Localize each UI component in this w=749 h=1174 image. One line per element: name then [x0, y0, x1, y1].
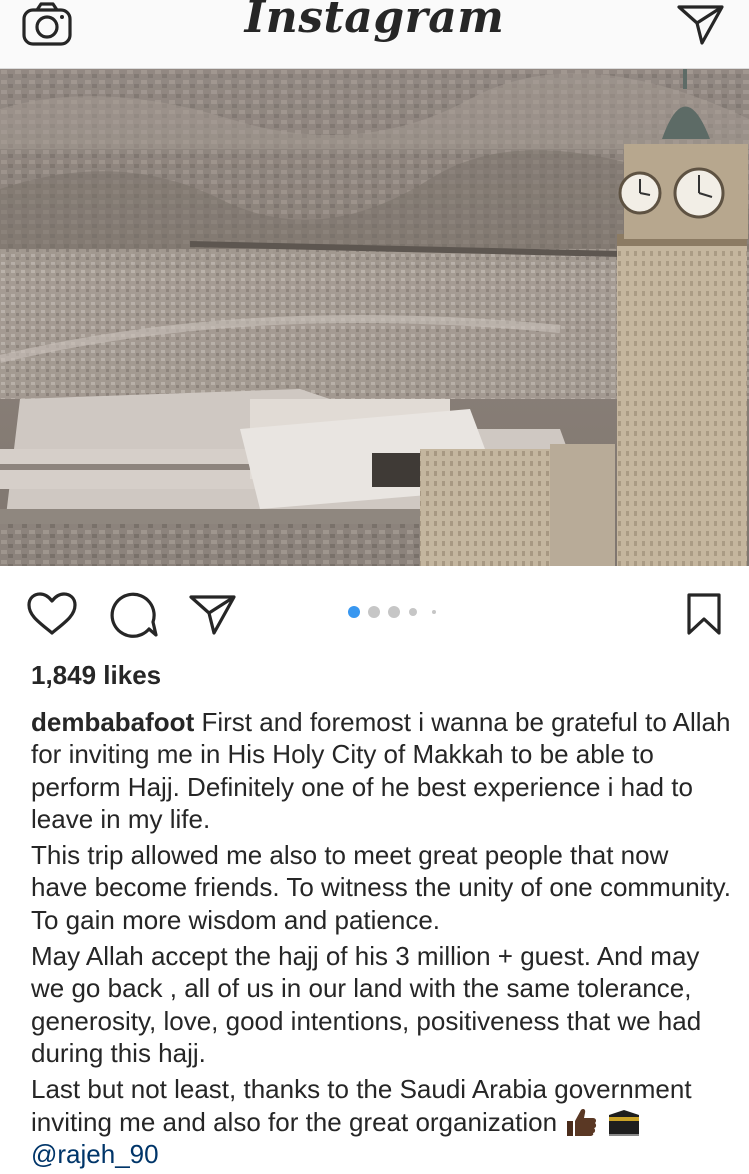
comment-icon[interactable]	[108, 591, 158, 639]
carousel-dot	[432, 610, 436, 614]
carousel-dot	[388, 606, 400, 618]
caption-paragraph: This trip allowed me also to meet great …	[31, 839, 731, 936]
caption-text-3: May Allah accept the hajj of his 3 milli…	[31, 941, 702, 1068]
mention-link[interactable]: @rajeh_90	[31, 1139, 159, 1169]
post-photo[interactable]	[0, 69, 749, 566]
aerial-city-photo	[0, 69, 749, 566]
post-actions	[0, 566, 749, 656]
carousel-dot	[409, 608, 417, 616]
share-icon[interactable]	[188, 591, 238, 637]
kaaba-emoji	[608, 1109, 639, 1136]
caption-paragraph: dembabafoot First and foremost i wanna b…	[31, 706, 731, 835]
caption-paragraph: May Allah accept the hajj of his 3 milli…	[31, 940, 731, 1069]
top-bar: Instagram	[0, 0, 749, 69]
caption-paragraph: Last but not least, thanks to the Saudi …	[31, 1073, 731, 1170]
carousel-dot	[368, 606, 380, 618]
post-caption: dembabafoot First and foremost i wanna b…	[31, 706, 731, 1174]
direct-message-icon[interactable]	[676, 2, 726, 46]
instagram-logo: Instagram	[244, 0, 505, 43]
thumbs-up-emoji	[567, 1108, 597, 1136]
carousel-dot-active	[348, 606, 360, 618]
likes-count[interactable]: 1,849 likes	[31, 660, 161, 691]
heart-icon[interactable]	[26, 591, 78, 637]
caption-text-2: This trip allowed me also to meet great …	[31, 840, 731, 935]
caption-username[interactable]: dembabafoot	[31, 707, 194, 737]
bookmark-icon[interactable]	[686, 592, 722, 636]
